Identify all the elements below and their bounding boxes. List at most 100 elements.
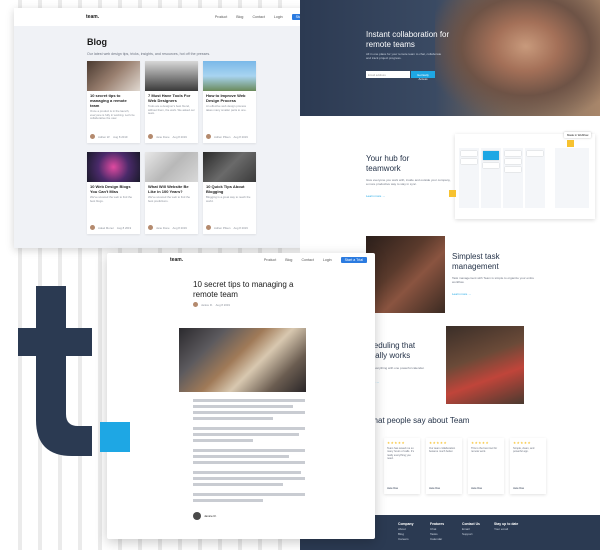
article-meta: Janice R. Aug 8 2019 (193, 302, 230, 307)
star-rating: ★★★★★ (429, 441, 448, 445)
text-line (193, 493, 305, 496)
brand-logo-dot (100, 422, 130, 452)
testimonial-name: Jane Doe (513, 487, 525, 490)
card-title[interactable]: 10 Web Design Blogs You Can't Miss (87, 182, 140, 194)
task-chip (505, 159, 521, 164)
footer-link[interactable]: Email (462, 527, 470, 531)
article-nav: Product Blog Contact Login Start a Trial (264, 257, 367, 263)
author-name: Jane Done (156, 225, 170, 230)
task-chip (461, 151, 477, 156)
text-line (193, 471, 301, 474)
footer-link[interactable]: Careers (398, 537, 409, 541)
nav-blog[interactable]: Blog (285, 258, 292, 262)
footer-link[interactable]: About (398, 527, 406, 531)
task-chip (505, 167, 521, 172)
task-chip (527, 151, 543, 156)
blog-card[interactable]: How to Improve Web Design Process An eff… (203, 61, 256, 143)
text-line (193, 455, 289, 458)
early-access-button[interactable]: Get Early Access (411, 71, 435, 81)
text-line (193, 427, 305, 430)
team-photo (366, 236, 445, 313)
card-image (145, 152, 198, 182)
blog-card[interactable]: 10 Web Design Blogs You Can't Miss We've… (87, 152, 140, 234)
nav-blog[interactable]: Blog (236, 15, 243, 19)
text-line (193, 461, 305, 464)
testimonial-text: This is the best tool for remote work. (471, 447, 498, 454)
card-excerpt: Blogging is a great way to reach the wor… (206, 195, 251, 203)
hero-title: Instant collaboration for remote teams (366, 30, 450, 49)
testimonial-name: Jane Doe (429, 487, 441, 490)
testimonial-card: ★★★★★ Team has saved me so many hours of… (384, 438, 420, 494)
post-date: Aug 8 2019 (116, 225, 132, 230)
blog-card[interactable]: 7 Must Have Tools For Web Designers Tool… (145, 61, 198, 143)
article-title: 10 secret tips to managing a remote team (193, 280, 294, 299)
footer-link[interactable]: Tasks (430, 532, 438, 536)
blog-card[interactable]: 10 secret tips to managing a remote team… (87, 61, 140, 143)
footer-link[interactable]: Blog (398, 532, 404, 536)
avatar (193, 302, 198, 307)
nav-login[interactable]: Login (323, 258, 332, 262)
avatar (148, 225, 153, 230)
nav-trial-button[interactable]: Start a Trial (340, 257, 367, 263)
text-line (193, 405, 293, 408)
card-excerpt: We've scoured the web to find the best b… (90, 195, 132, 203)
hero-subtitle: All in one place for your remote team to… (366, 52, 442, 60)
card-title[interactable]: 10 secret tips to managing a remote team (87, 91, 140, 108)
hub-link[interactable]: Learn more → (366, 194, 385, 198)
testimonial-name: Jane Doe (471, 487, 483, 490)
footer-heading: Stay up to date (494, 522, 519, 526)
task-chip (461, 159, 477, 164)
nav-product[interactable]: Product (215, 15, 227, 19)
article-topbar: team. Product Blog Contact Login Start a… (107, 253, 375, 267)
text-line (193, 483, 283, 486)
task-chip (505, 151, 521, 156)
nav-product[interactable]: Product (264, 258, 276, 262)
article-hero-image (179, 328, 306, 392)
blog-card[interactable]: What Will Website Be Like in 100 Years? … (145, 152, 198, 234)
post-date: Aug 8 2019 (172, 134, 187, 139)
blog-card[interactable]: 10 Quick Tips About Blogging Blogging is… (203, 152, 256, 234)
hub-title: Your hub for teamwork (366, 154, 410, 173)
testimonial-card: ★★★★★ Our team collaboration became much… (426, 438, 462, 494)
author-name: Jane Done (156, 134, 170, 139)
text-line (193, 439, 253, 442)
footer-col-company: Company About Blog Careers (398, 522, 413, 542)
email-input[interactable]: Email address (366, 71, 410, 78)
calendar-panel (555, 148, 589, 208)
webflow-badge[interactable]: Made in Webflow (564, 132, 592, 138)
footer-link[interactable]: Support (462, 532, 473, 536)
task-link[interactable]: Learn more → (452, 292, 471, 296)
card-excerpt: We've scoured the web to find the best p… (148, 195, 190, 203)
nav-contact[interactable]: Contact (301, 258, 313, 262)
nav-login[interactable]: Login (274, 15, 283, 19)
testimonial-text: Our team collaboration became much bette… (429, 447, 456, 454)
card-title[interactable]: 7 Must Have Tools For Web Designers (145, 91, 198, 103)
blog-logo[interactable]: team. (86, 14, 99, 20)
author-name: Janice R. (201, 302, 213, 307)
testimonial-text: Simple, clean, and powerful app. (513, 447, 535, 454)
card-author: Jane Done Aug 8 2019 (148, 225, 187, 230)
board-column (525, 148, 545, 208)
card-title[interactable]: What Will Website Be Like in 100 Years? (145, 182, 198, 194)
star-rating: ★★★★★ (387, 441, 406, 445)
card-title[interactable]: How to Improve Web Design Process (203, 91, 256, 103)
text-line (193, 417, 273, 420)
footer-link[interactable]: Calendar (430, 537, 442, 541)
article-logo[interactable]: team. (170, 257, 183, 263)
card-image (203, 61, 256, 91)
card-excerpt: Tools are a designer's best friend, with… (148, 104, 195, 116)
app-screenshot (449, 134, 595, 219)
author-name: Janice R. (204, 514, 217, 518)
footer-link[interactable]: Chat (430, 527, 436, 531)
text-line (193, 477, 305, 480)
blog-subtitle: Our latest web design tips, tricks, insi… (87, 52, 211, 56)
nav-contact[interactable]: Contact (252, 15, 264, 19)
newsletter-input[interactable]: Your email (494, 527, 508, 531)
text-line (193, 411, 305, 414)
card-title[interactable]: 10 Quick Tips About Blogging (203, 182, 256, 194)
footer-col-newsletter: Stay up to date Your email (494, 522, 518, 532)
star-rating: ★★★★★ (513, 441, 532, 445)
author-name: Adrien Pilsen (214, 134, 231, 139)
avatar (90, 134, 95, 139)
hub-text: Give everyone you work with, inside and … (366, 178, 451, 186)
